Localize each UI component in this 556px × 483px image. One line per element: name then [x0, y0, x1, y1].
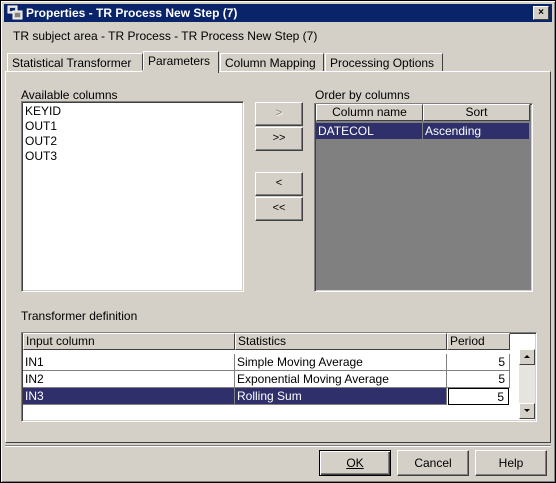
help-button[interactable]: Help — [475, 450, 547, 476]
statistics-cell[interactable]: Rolling Sum — [235, 388, 447, 405]
app-icon — [7, 5, 23, 20]
order-by-columns-label: Order by columns — [315, 88, 410, 102]
list-item[interactable]: OUT3 — [25, 149, 57, 164]
tab-statistical-transformer[interactable]: Statistical Transformer — [7, 53, 143, 72]
ok-button-label: OK — [346, 456, 364, 470]
input-column-cell[interactable]: IN3 — [23, 388, 235, 405]
cancel-button[interactable]: Cancel — [397, 450, 469, 476]
add-all-columns-button[interactable]: >> — [255, 127, 303, 151]
scroll-up-button[interactable] — [519, 349, 535, 365]
tab-column-mapping[interactable]: Column Mapping — [220, 53, 324, 72]
order-by-grid[interactable]: Column name Sort DATECOL Ascending — [314, 103, 533, 292]
order-sort-cell[interactable]: Ascending — [423, 123, 530, 140]
ok-button[interactable]: OK — [319, 450, 391, 476]
window-title: Properties - TR Process New Step (7) — [26, 6, 238, 20]
period-edit-field[interactable]: 5 — [448, 388, 509, 405]
available-columns-label: Available columns — [21, 88, 118, 102]
tab-strip: Statistical Transformer Parameters Colum… — [7, 51, 547, 73]
tab-processing-options[interactable]: Processing Options — [325, 53, 443, 72]
subject-path: TR subject area - TR Process - TR Proces… — [13, 29, 318, 43]
period-cell[interactable]: 5 — [447, 371, 510, 388]
add-column-button[interactable]: > — [255, 102, 303, 126]
input-column-cell[interactable]: IN1 — [23, 354, 235, 371]
list-item[interactable]: OUT2 — [25, 134, 57, 149]
order-column-cell[interactable]: DATECOL — [316, 123, 423, 140]
available-columns-list[interactable]: KEYID OUT1 OUT2 OUT3 — [21, 101, 244, 292]
order-sort-header[interactable]: Sort — [423, 104, 530, 121]
arrow-down-icon — [524, 409, 530, 412]
order-column-name-header[interactable]: Column name — [316, 104, 423, 121]
period-cell[interactable]: 5 — [447, 354, 510, 371]
transformer-scrollbar[interactable] — [519, 349, 535, 419]
scroll-down-button[interactable] — [519, 403, 535, 419]
close-icon[interactable]: × — [533, 6, 549, 20]
input-column-header[interactable]: Input column — [23, 333, 235, 350]
arrow-up-icon — [524, 355, 530, 358]
input-column-cell[interactable]: IN2 — [23, 371, 235, 388]
list-item[interactable]: OUT1 — [25, 119, 57, 134]
remove-column-button[interactable]: < — [255, 172, 303, 196]
transformer-grid[interactable]: Input column Statistics Period IN1 Simpl… — [21, 332, 537, 422]
table-row[interactable]: IN3 Rolling Sum 5 — [22, 388, 510, 405]
list-item[interactable]: KEYID — [25, 104, 61, 119]
statistics-cell[interactable]: Simple Moving Average — [235, 354, 447, 371]
title-bar[interactable]: Properties - TR Process New Step (7) × — [4, 4, 552, 22]
period-header[interactable]: Period — [447, 333, 510, 350]
table-row[interactable]: IN1 Simple Moving Average 5 — [22, 354, 510, 371]
transformer-definition-label: Transformer definition — [21, 309, 138, 323]
statistics-cell[interactable]: Exponential Moving Average — [235, 371, 447, 388]
statistics-header[interactable]: Statistics — [235, 333, 447, 350]
divider — [5, 445, 551, 447]
table-row[interactable]: DATECOL Ascending — [315, 123, 532, 140]
properties-dialog: Properties - TR Process New Step (7) × T… — [0, 0, 556, 483]
table-row[interactable]: IN2 Exponential Moving Average 5 — [22, 371, 510, 388]
remove-all-columns-button[interactable]: << — [255, 197, 303, 221]
